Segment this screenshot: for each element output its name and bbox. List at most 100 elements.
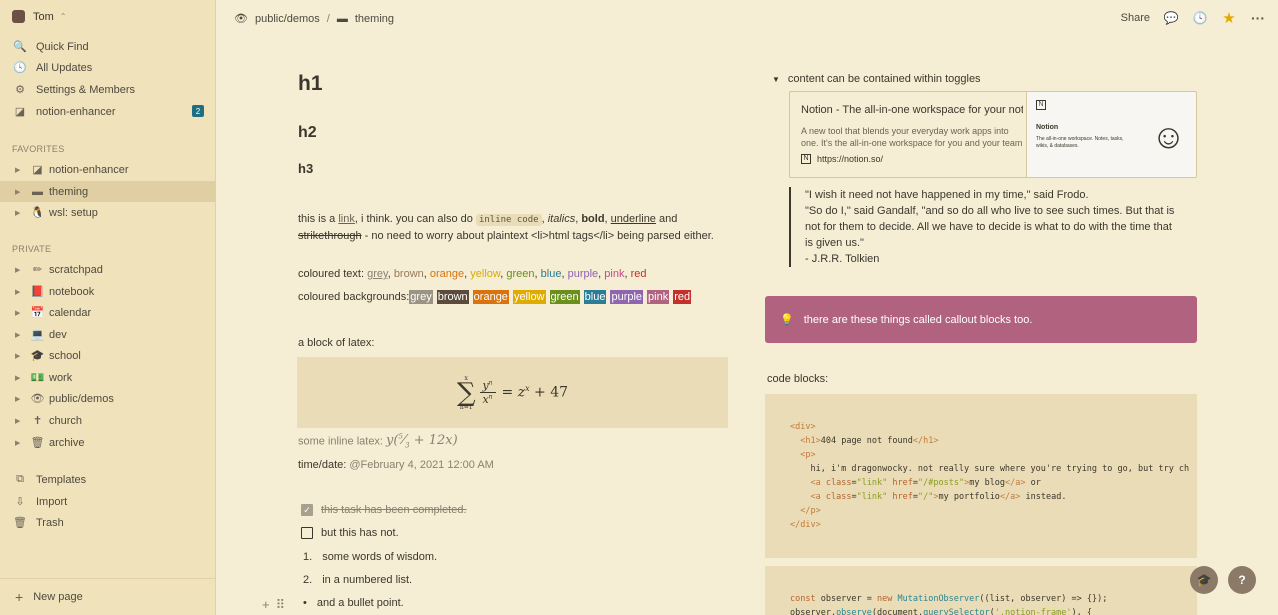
code-block-js[interactable]: const observer = new MutationObserver((l… (765, 566, 1197, 615)
drag-handle-icon[interactable]: ⠿ (276, 597, 286, 613)
expand-icon[interactable]: ▶ (15, 188, 25, 196)
breadcrumb-parent[interactable]: public/demos (255, 13, 320, 25)
latex-block[interactable]: x ∑ n=1 yn xn = zx + 47 (297, 357, 728, 428)
cross-icon: ✝ (32, 415, 43, 427)
workspace-switcher[interactable]: Tom ⌃ (12, 10, 66, 23)
expand-icon[interactable]: ▶ (15, 439, 25, 447)
comments-icon[interactable]: 💬 (1163, 10, 1179, 26)
expand-icon[interactable]: ▶ (15, 309, 25, 317)
favorite-star-icon[interactable]: ★ (1221, 10, 1237, 27)
clock-icon: 🕓 (13, 62, 27, 74)
add-block-icon[interactable]: + (262, 597, 270, 613)
expand-icon[interactable]: ▶ (15, 166, 25, 174)
enhancer-icon: ◪ (14, 106, 26, 118)
page-dev[interactable]: ▶ 💻 dev (0, 324, 216, 345)
notion-logo-icon: N (801, 154, 811, 164)
share-button[interactable]: Share (1121, 12, 1150, 24)
calendar-icon: 📅 (30, 307, 45, 319)
toggle-triangle-icon[interactable]: ▼ (772, 75, 780, 84)
date-mention[interactable]: @February 4, 2021 12:00 AM (349, 459, 493, 471)
history-icon[interactable]: 🕓 (1192, 10, 1208, 26)
page-public-demos[interactable]: ▶ 👁 public/demos (0, 388, 216, 409)
heading-3: h3 (298, 161, 314, 176)
inline-latex-line: some inline latex: y(5⁄3 + 12x) (298, 433, 458, 450)
breadcrumb-current[interactable]: theming (355, 13, 394, 25)
expand-icon[interactable]: ▶ (15, 209, 25, 217)
notion-logo-icon: N (1036, 100, 1046, 110)
toggle-block[interactable]: ▼ content can be contained within toggles (772, 73, 981, 85)
laptop-icon: 💻 (30, 329, 45, 341)
help-icon: ? (1238, 573, 1246, 587)
page-calendar[interactable]: ▶ 📅 calendar (0, 302, 216, 323)
fav-notion-enhancer[interactable]: ▶ ◪ notion-enhancer (0, 159, 216, 180)
page-church[interactable]: ▶ ✝ church (0, 410, 216, 431)
nav-trash[interactable]: 🗑 Trash (0, 512, 216, 533)
update-badge: 2 (192, 105, 204, 117)
page-icon: ▬ (32, 185, 43, 198)
page-work[interactable]: ▶ 💵 work (0, 367, 216, 388)
nav-notion-enhancer[interactable]: ◪ notion-enhancer 2 (0, 101, 216, 122)
coloured-backgrounds-line: coloured backgrounds: grey brown orange yel… (298, 290, 692, 304)
search-icon: 🔍 (13, 41, 27, 53)
page-notebook[interactable]: ▶ 📕 notebook (0, 281, 216, 302)
workspace-avatar (12, 10, 25, 23)
coloured-bg-yellow: yellow (512, 290, 546, 304)
more-options-icon[interactable]: ··· (1250, 10, 1266, 26)
fav-theming[interactable]: ▶ ▬ theming (0, 181, 216, 202)
fav-wsl-setup[interactable]: ▶ 🐧 wsl: setup (0, 202, 216, 223)
character-illustration-icon: ☺ (1151, 118, 1186, 156)
page-scratchpad[interactable]: ▶ ✏ scratchpad (0, 259, 216, 280)
todo-item: ✓ this task has been completed. (301, 504, 467, 516)
coloured-bg-blue: blue (583, 290, 607, 304)
expand-icon[interactable]: ▶ (15, 266, 25, 274)
page-school[interactable]: ▶ 🎓 school (0, 345, 216, 366)
gear-icon: ⚙ (15, 84, 25, 96)
expand-icon[interactable]: ▶ (15, 352, 25, 360)
code-block-html[interactable]: <div> <h1>404 page not found</h1> <p> hi… (765, 394, 1197, 558)
plus-icon: + (15, 589, 24, 605)
coloured-text-yellow: yellow (470, 268, 501, 280)
expand-icon[interactable]: ▶ (15, 395, 25, 403)
coloured-text-pink: pink (604, 268, 625, 280)
coloured-text-purple: purple (567, 268, 599, 280)
chevron-updown-icon: ⌃ (59, 12, 67, 21)
coloured-bg-brown: brown (436, 290, 469, 304)
expand-icon[interactable]: ▶ (15, 417, 25, 425)
rich-text-paragraph: this is a link, i think. you can also do… (298, 213, 714, 242)
coloured-text-red: red (630, 268, 647, 280)
inline-code: inline code (475, 214, 542, 226)
book-icon: 📕 (30, 286, 45, 298)
heading-1: h1 (298, 72, 323, 95)
nav-settings[interactable]: ⚙ Settings & Members (0, 79, 216, 100)
coloured-text-grey: grey (367, 268, 388, 280)
bookmark-card[interactable]: Notion - The all-in-one workspace for yo… (789, 91, 1197, 178)
inline-latex[interactable]: y(5⁄3 + 12x) (386, 433, 458, 450)
help-button[interactable]: ? (1228, 566, 1256, 594)
page-archive[interactable]: ▶ 🗑 archive (0, 432, 216, 453)
expand-icon[interactable]: ▶ (15, 288, 25, 296)
expand-icon[interactable]: ▶ (15, 331, 25, 339)
coloured-text-orange: orange (429, 268, 465, 280)
page-icon: ◪ (32, 164, 43, 176)
eye-icon: 👁 (234, 13, 248, 25)
checkbox-checked[interactable]: ✓ (301, 504, 313, 516)
coloured-bg-pink: pink (647, 290, 670, 304)
inline-link[interactable]: link (338, 213, 355, 225)
coloured-bg-orange: orange (472, 290, 509, 304)
tutorial-button[interactable]: 🎓 (1190, 566, 1218, 594)
pencil-icon: ✏ (32, 264, 43, 276)
date-line: time/date: @February 4, 2021 12:00 AM (298, 459, 494, 471)
nav-all-updates[interactable]: 🕓 All Updates (0, 57, 216, 78)
nav-quick-find[interactable]: 🔍 Quick Find (0, 36, 216, 57)
coloured-text-line: coloured text: grey, brown, orange, yell… (298, 268, 647, 280)
trash-can-icon: 🗑 (30, 437, 45, 449)
nav-templates[interactable]: ⧉ Templates (0, 469, 216, 490)
bookmark-thumbnail: N Notion The all-in-one workspace. Notes… (1026, 92, 1196, 177)
checkbox-unchecked[interactable] (301, 527, 313, 539)
coloured-bg-green: green (549, 290, 580, 304)
latex-label: a block of latex: (298, 337, 375, 349)
new-page-button[interactable]: + New page (0, 578, 216, 615)
nav-import[interactable]: ⇩ Import (0, 491, 216, 512)
graduation-cap-icon: 🎓 (1196, 573, 1212, 587)
expand-icon[interactable]: ▶ (15, 374, 25, 382)
